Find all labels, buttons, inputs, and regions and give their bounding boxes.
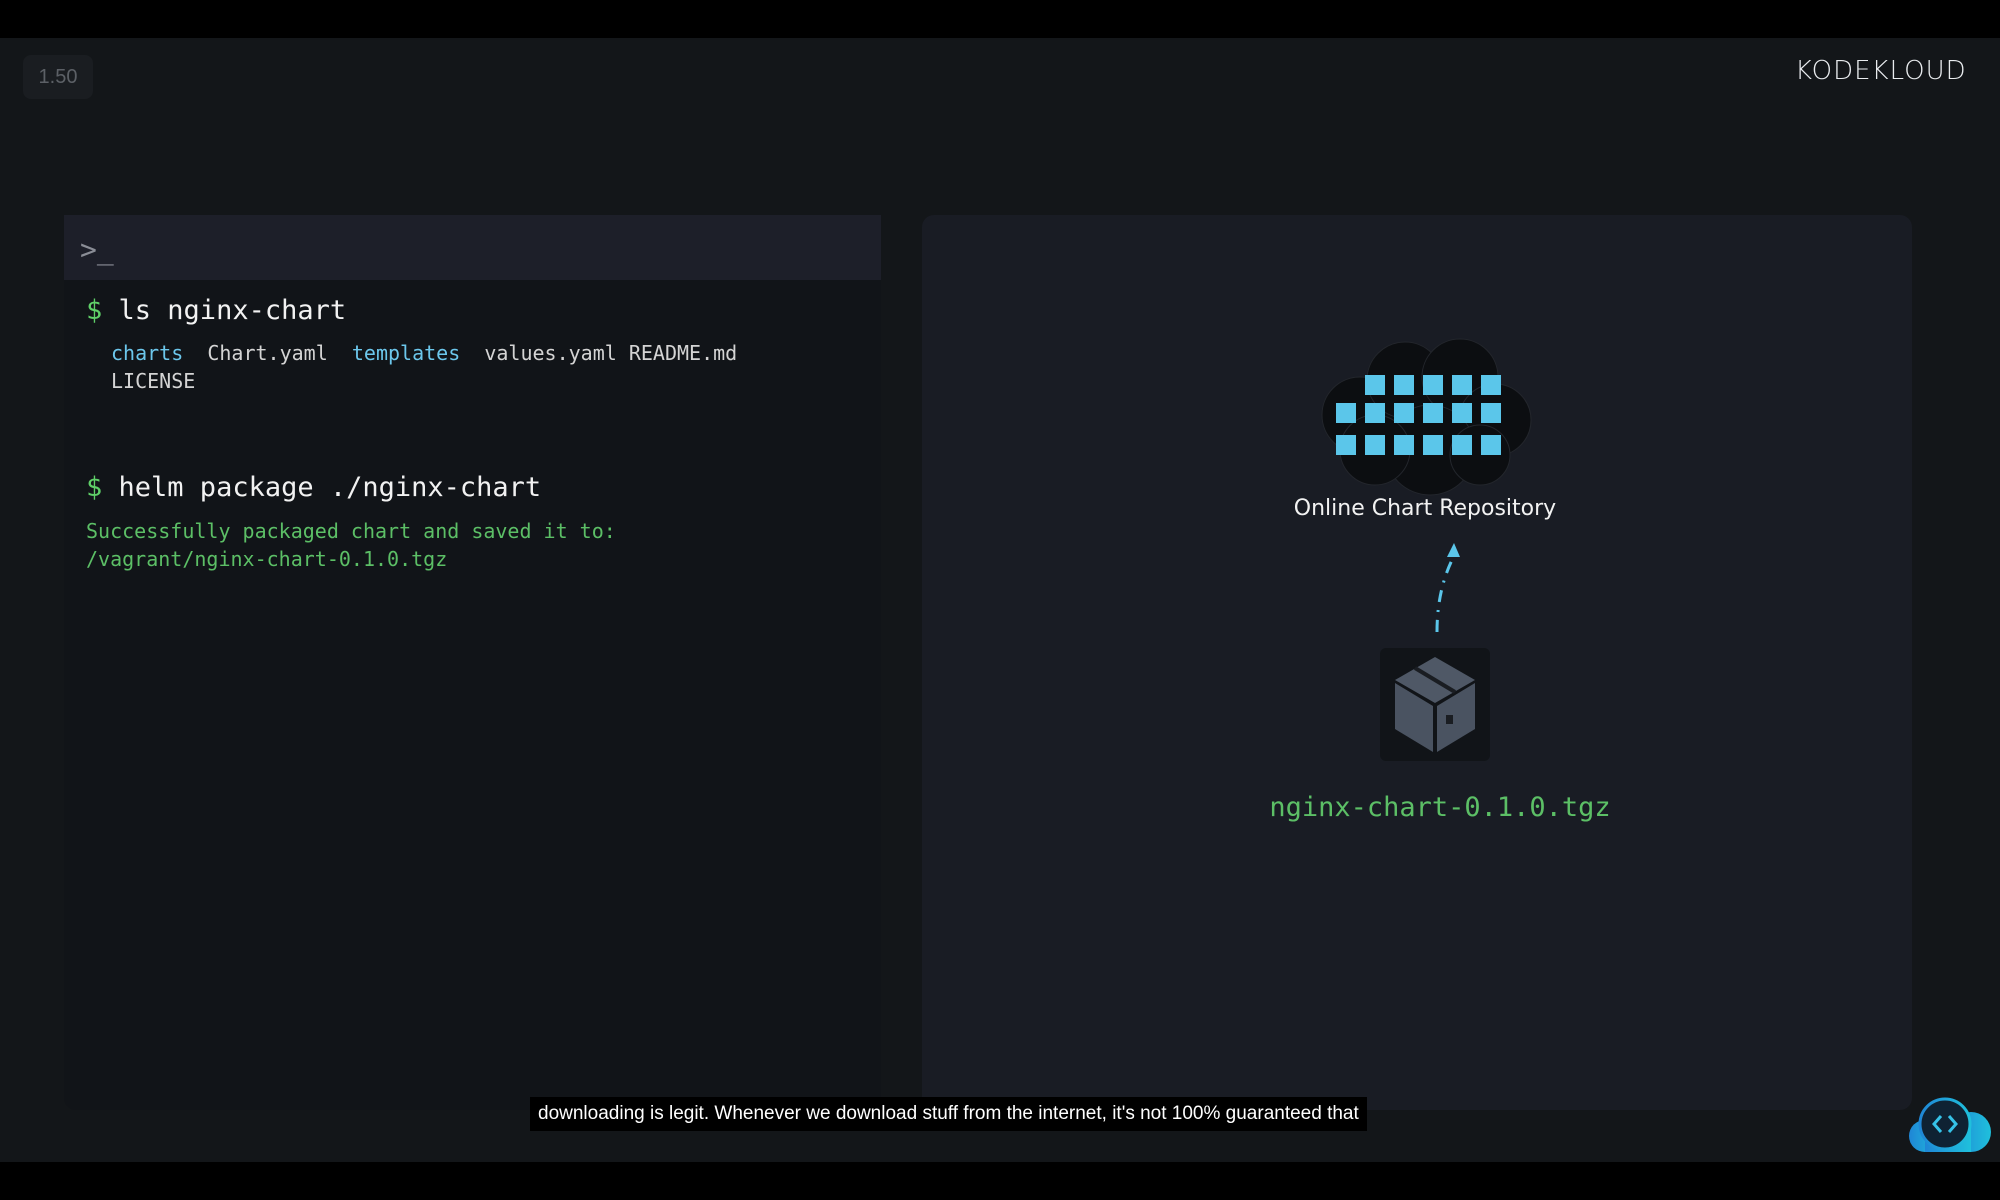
command-helm-package: $ helm package ./nginx-chart: [86, 472, 541, 503]
files-rest: values.yaml README.md: [484, 341, 738, 365]
subtitle-caption: downloading is legit. Whenever we downlo…: [530, 1097, 1367, 1131]
kodekloud-logo: KODEKLOUD: [1795, 56, 1967, 86]
file-license: LICENSE: [111, 369, 196, 393]
cloud-repository-icon: [1321, 338, 1532, 496]
code-cloud-button-icon[interactable]: [1903, 1096, 1993, 1152]
command-text: helm package ./nginx-chart: [118, 472, 542, 503]
upload-arrow-icon: [1435, 543, 1460, 633]
prompt-symbol: $: [86, 295, 103, 326]
ls-output: charts Chart.yaml templates values.yaml …: [111, 341, 737, 365]
package-filename: nginx-chart-0.1.0.tgz: [1269, 792, 1611, 823]
dir-templates: templates: [351, 341, 461, 365]
command-text: ls nginx-chart: [118, 295, 347, 326]
terminal-panel: >_ $ ls nginx-chart charts Chart.yaml te…: [64, 215, 881, 1110]
package-box-icon: [1395, 657, 1475, 752]
prompt-symbol: $: [86, 472, 103, 503]
terminal-header: >_: [64, 215, 881, 280]
command-ls: $ ls nginx-chart: [86, 295, 346, 326]
playback-speed-badge[interactable]: 1.50: [23, 55, 93, 99]
repository-label: Online Chart Repository: [1293, 496, 1557, 521]
file-chart-yaml: Chart.yaml: [207, 341, 328, 365]
package-output-line: Successfully packaged chart and saved it…: [86, 519, 616, 543]
dir-charts: charts: [111, 341, 184, 365]
terminal-icon: >_: [80, 233, 114, 266]
package-output-path: /vagrant/nginx-chart-0.1.0.tgz: [86, 547, 448, 571]
